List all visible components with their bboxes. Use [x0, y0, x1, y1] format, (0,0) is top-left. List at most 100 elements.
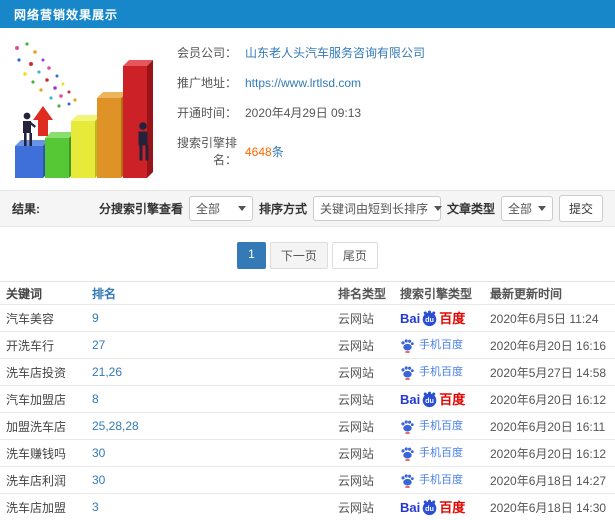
- mobile-baidu-badge: 手机百度: [400, 338, 463, 353]
- rank-link[interactable]: 3: [92, 500, 338, 514]
- keyword-cell: 加盟洗车店: [6, 419, 67, 434]
- rank-type-cell: 云网站: [338, 419, 375, 434]
- mobile-baidu-paw-icon: [401, 473, 414, 488]
- table-row: 开洗车行 27 云网站 手机百度 2020年6月20日 16:16: [0, 332, 615, 359]
- keyword-cell: 汽车加盟店: [6, 392, 67, 407]
- ranking-table: 关键词 排名 排名类型 搜索引擎类型 最新更新时间 汽车美容 9 云网站 Bai du 百…: [0, 281, 615, 520]
- caret-down-icon: [237, 206, 246, 211]
- rank-type-cell: 云网站: [338, 500, 375, 515]
- rank-link[interactable]: 9: [92, 311, 338, 325]
- rank-type-cell: 云网站: [338, 338, 375, 353]
- rank-link[interactable]: 21,26: [92, 365, 338, 379]
- svg-text:du: du: [425, 503, 434, 512]
- page-button-next[interactable]: 下一页: [269, 242, 328, 269]
- info-row-url: 推广地址： https://www.lrtlsd.com: [155, 74, 425, 91]
- mobile-baidu-badge: 手机百度: [400, 365, 463, 380]
- promo-url-label: 推广地址：: [176, 76, 237, 90]
- member-info-panel: 会员公司： 山东老人头汽车服务咨询有限公司 推广地址： https://www.…: [155, 36, 425, 188]
- mobile-baidu-paw-icon: [401, 419, 414, 434]
- mobile-baidu-badge: 手机百度: [400, 473, 463, 488]
- page-button-current[interactable]: 1: [237, 242, 266, 269]
- updated-time-cell: 2020年6月18日 14:27: [490, 473, 607, 488]
- info-row-open-time: 开通时间： 2020年4月29日 09:13: [155, 104, 425, 121]
- rank-type-cell: 云网站: [338, 446, 375, 461]
- table-row: 洗车赚钱吗 30 云网站 手机百度 2020年6月20日 16:12: [0, 440, 615, 467]
- promo-url-link[interactable]: https://www.lrtlsd.com: [245, 76, 361, 90]
- sort-filter-label: 排序方式: [258, 202, 307, 216]
- engine-type-cell: Bai du 百度: [400, 391, 490, 408]
- rank-link[interactable]: 30: [92, 473, 338, 487]
- header-engine-type: 搜索引擎类型: [400, 286, 473, 301]
- result-label: 结果:: [12, 202, 40, 216]
- updated-time-cell: 2020年6月5日 11:24: [490, 311, 599, 326]
- updated-time-cell: 2020年6月20日 16:12: [490, 446, 607, 461]
- baidu-logo: Bai du 百度: [400, 499, 466, 515]
- baidu-paw-icon: du: [422, 310, 437, 326]
- rank-link[interactable]: 30: [92, 446, 338, 460]
- table-row: 洗车店加盟 3 云网站 Bai du 百度 2020年6月18日 14:30: [0, 494, 615, 520]
- engine-type-cell: 手机百度: [400, 446, 490, 461]
- updated-time-cell: 2020年6月20日 16:12: [490, 392, 607, 407]
- table-row: 洗车店投资 21,26 云网站 手机百度 2020年5月27日 14:58: [0, 359, 615, 386]
- keyword-cell: 开洗车行: [6, 338, 55, 353]
- company-link[interactable]: 山东老人头汽车服务咨询有限公司: [245, 44, 425, 61]
- sort-filter-value: 关键词由短到长排序: [319, 202, 428, 216]
- header-rank-type: 排名类型: [338, 286, 387, 301]
- article-type-select[interactable]: 全部: [500, 196, 553, 221]
- open-time-label: 开通时间：: [176, 106, 237, 120]
- rank-count-suffix: 条: [271, 144, 284, 159]
- filter-controls: 分搜索引擎查看 全部 排序方式 关键词由短到长排序 文章类型 全部 提交: [99, 195, 603, 222]
- keyword-cell: 洗车店利润: [6, 473, 67, 488]
- company-label: 会员公司：: [176, 46, 237, 60]
- rank-count-value: 4648条: [245, 143, 284, 160]
- engine-type-cell: 手机百度: [400, 338, 490, 353]
- caret-down-icon: [538, 206, 546, 211]
- header-keyword: 关键词: [6, 286, 43, 301]
- open-time-value: 2020年4月29日 09:13: [245, 106, 362, 120]
- info-row-company: 会员公司： 山东老人头汽车服务咨询有限公司: [155, 44, 425, 61]
- page-button-last[interactable]: 尾页: [331, 242, 378, 269]
- rank-type-cell: 云网站: [338, 392, 375, 407]
- engine-type-cell: 手机百度: [400, 419, 490, 434]
- header-updated: 最新更新时间: [490, 286, 563, 301]
- rank-count-number: 4648: [245, 144, 272, 159]
- submit-button[interactable]: 提交: [558, 195, 603, 222]
- svg-text:du: du: [425, 395, 434, 404]
- engine-type-cell: 手机百度: [400, 473, 490, 488]
- engine-filter-value: 全部: [195, 202, 220, 216]
- keyword-cell: 汽车美容: [6, 311, 55, 326]
- updated-time-cell: 2020年6月20日 16:16: [490, 338, 607, 353]
- filter-bar: 结果: 分搜索引擎查看 全部 排序方式 关键词由短到长排序 文章类型 全部 提交: [0, 190, 615, 227]
- engine-type-cell: Bai du 百度: [400, 310, 490, 327]
- table-row: 汽车美容 9 云网站 Bai du 百度 2020年6月5日 11:24: [0, 305, 615, 332]
- sort-filter-select[interactable]: 关键词由短到长排序: [312, 196, 442, 221]
- rank-type-cell: 云网站: [338, 311, 375, 326]
- mobile-baidu-badge: 手机百度: [400, 419, 463, 434]
- engine-type-cell: Bai du 百度: [400, 499, 490, 516]
- caret-down-icon: [433, 206, 442, 211]
- baidu-paw-icon: du: [422, 391, 437, 407]
- header-bar: 网络营销效果展示: [0, 0, 615, 28]
- article-type-label: 文章类型: [446, 202, 495, 216]
- rank-count-label: 搜索引擎排名：: [176, 136, 237, 167]
- mobile-baidu-paw-icon: [401, 446, 414, 461]
- rank-link[interactable]: 25,28,28: [92, 419, 338, 433]
- svg-text:du: du: [425, 314, 434, 323]
- rank-type-cell: 云网站: [338, 365, 375, 380]
- keyword-cell: 洗车赚钱吗: [6, 446, 67, 461]
- info-row-rank-count: 搜索引擎排名： 4648条: [155, 134, 425, 168]
- page-title: 网络营销效果展示: [14, 7, 119, 22]
- bar-chart-illustration: [15, 42, 153, 178]
- table-body: 汽车美容 9 云网站 Bai du 百度 2020年6月5日 11:24 开洗车行 27 云网站手…: [0, 305, 615, 520]
- table-row: 汽车加盟店 8 云网站 Bai du 百度 2020年6月20日 16:12: [0, 386, 615, 413]
- rank-link[interactable]: 8: [92, 392, 338, 406]
- engine-type-cell: 手机百度: [400, 365, 490, 380]
- header-rank: 排名: [92, 286, 117, 301]
- article-type-value: 全部: [507, 202, 532, 216]
- rank-link[interactable]: 27: [92, 338, 338, 352]
- top-section: 会员公司： 山东老人头汽车服务咨询有限公司 推广地址： https://www.…: [0, 28, 615, 188]
- engine-filter-select[interactable]: 全部: [188, 196, 253, 221]
- mobile-baidu-paw-icon: [401, 338, 414, 353]
- baidu-logo: Bai du 百度: [400, 391, 466, 407]
- mobile-baidu-badge: 手机百度: [400, 446, 463, 461]
